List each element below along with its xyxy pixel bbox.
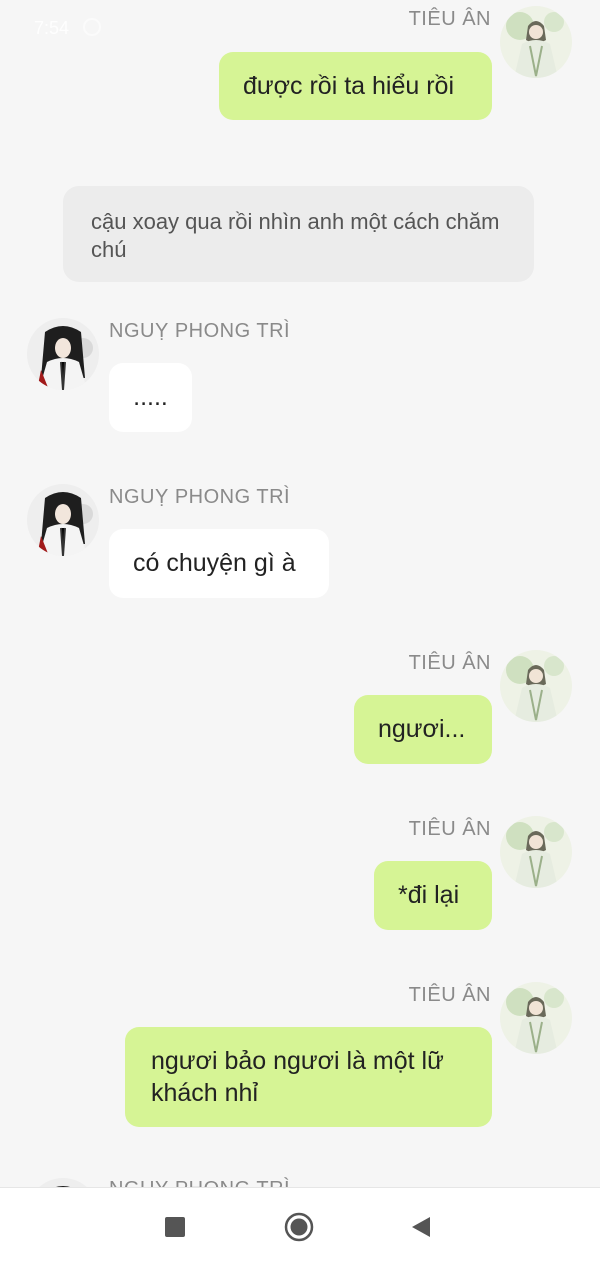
narration-text: cậu xoay qua rồi nhìn anh một cách chăm … <box>91 209 500 262</box>
message-bubble[interactable]: ngươi... <box>354 695 492 764</box>
message-text: *đi lại <box>398 881 460 909</box>
triangle-back-icon[interactable] <box>410 1216 432 1238</box>
avatar-image <box>27 318 99 390</box>
sender-name: TIÊU ÂN <box>408 652 491 674</box>
avatar-tieu-an[interactable] <box>500 816 572 888</box>
message-text: có chuyện gì à <box>133 549 296 577</box>
message-bubble[interactable]: ngươi bảo ngươi là một lữ khách nhỉ <box>125 1027 492 1127</box>
avatar-tieu-an[interactable] <box>500 650 572 722</box>
avatar-tieu-an[interactable] <box>500 982 572 1054</box>
message-bubble[interactable]: *đi lại <box>374 861 492 930</box>
message-bubble[interactable]: ..... <box>109 363 192 432</box>
avatar-image <box>27 484 99 556</box>
avatar-nguy-phong-tri[interactable] <box>27 484 99 556</box>
status-icon <box>83 18 101 36</box>
message-bubble[interactable]: có chuyện gì à <box>109 529 329 598</box>
square-icon[interactable] <box>164 1216 186 1238</box>
message-bubble[interactable]: được rồi ta hiểu rồi <box>219 52 492 120</box>
message-text: được rồi ta hiểu rồi <box>243 72 454 100</box>
avatar-image <box>500 6 572 78</box>
message-text: ngươi bảo ngươi là một lữ khách nhỉ <box>151 1047 444 1107</box>
avatar-image <box>500 816 572 888</box>
avatar-nguy-phong-tri[interactable] <box>27 318 99 390</box>
message-text: ngươi... <box>378 715 466 743</box>
message-text: ..... <box>133 383 168 411</box>
sender-name: TIÊU ÂN <box>408 8 491 30</box>
sender-name: TIÊU ÂN <box>408 818 491 840</box>
avatar-image <box>500 650 572 722</box>
narration-box: cậu xoay qua rồi nhìn anh một cách chăm … <box>63 186 534 282</box>
navigation-bar <box>0 1187 600 1268</box>
circle-icon[interactable] <box>284 1212 314 1242</box>
avatar-image <box>500 982 572 1054</box>
status-time: 7:54 <box>34 18 70 38</box>
sender-name: TIÊU ÂN <box>408 984 491 1006</box>
avatar-tieu-an[interactable] <box>500 6 572 78</box>
sender-name: NGUỴ PHONG TRÌ <box>109 320 291 342</box>
sender-name: NGUỴ PHONG TRÌ <box>109 486 291 508</box>
